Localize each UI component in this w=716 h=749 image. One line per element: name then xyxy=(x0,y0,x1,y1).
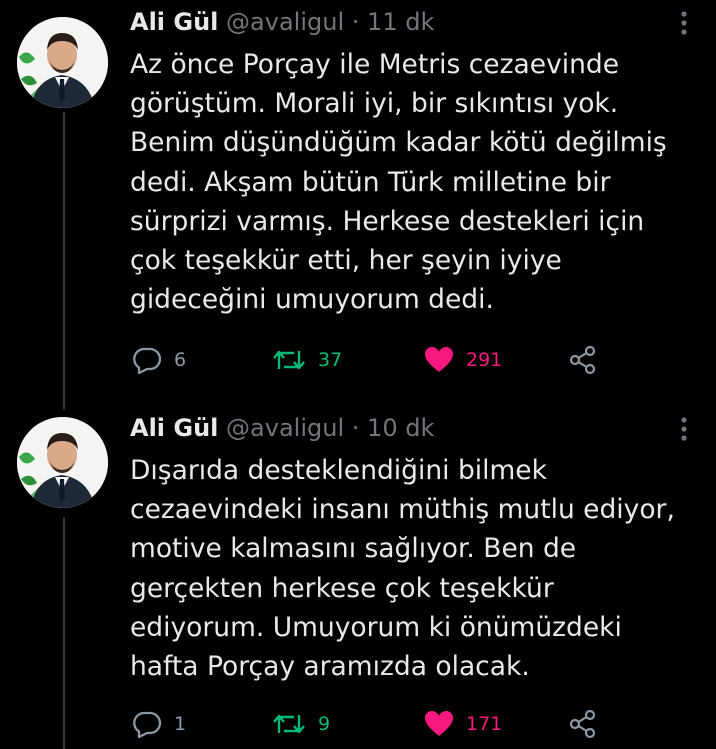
retweet-button[interactable]: 37 xyxy=(272,343,342,377)
tweet-text-line: Dışarıda desteklendiğini bilmek xyxy=(130,455,547,486)
tweet-text-line: Benim düşündüğüm kadar kötü değilmiş xyxy=(130,127,667,159)
reply-button[interactable]: 1 xyxy=(132,707,186,741)
tweet-text-line: hafta Porçay aramızda olacak. xyxy=(130,651,530,683)
header-separator: · xyxy=(351,8,360,36)
tweet-text-line: gerçekten herkese çok teşekkür xyxy=(130,572,554,604)
tweet-text-line: ediyorum. Umuyorum ki önümüzdeki xyxy=(130,611,622,643)
tweet-header: Ali Gül @avaligul · 11 dk xyxy=(130,6,434,38)
heart-filled-icon xyxy=(425,347,453,372)
more-icon[interactable] xyxy=(674,10,694,36)
reply-count: 6 xyxy=(174,349,187,371)
tweet-timestamp[interactable]: 10 dk xyxy=(367,414,434,442)
tweet-text-line: gideceğini umuyorum dedi. xyxy=(130,284,494,316)
avatar[interactable] xyxy=(17,17,108,108)
tweet[interactable]: Ali Gül @avaligul · 10 dk Dışarıda deste… xyxy=(0,412,716,749)
tweet-text-line: dedi. Akşam bütün Türk milletine bir xyxy=(130,166,611,198)
author-name[interactable]: Ali Gül xyxy=(130,8,218,36)
like-button[interactable]: 291 xyxy=(424,343,502,377)
tweet-actions: 6 37 291 xyxy=(130,343,610,377)
reply-count: 1 xyxy=(174,713,187,735)
tweet-text-line: Az önce Porçay ile Metris cezaevinde xyxy=(130,49,620,80)
tweet-text-line: görüştüm. Morali iyi, bir sıkıntısı yok. xyxy=(130,88,619,120)
heart-filled-icon xyxy=(425,711,453,736)
reply-icon xyxy=(133,347,162,374)
avatar[interactable] xyxy=(17,417,108,508)
reply-icon xyxy=(133,711,162,738)
tweet[interactable]: Ali Gül @avaligul · 11 dk Az önce Porçay… xyxy=(0,6,716,401)
retweet-count: 37 xyxy=(318,349,343,371)
retweet-icon xyxy=(273,714,305,734)
share-button[interactable] xyxy=(568,343,598,377)
tweet-text: Az önce Porçay ile Metris cezaevinde gör… xyxy=(130,45,700,319)
more-icon[interactable] xyxy=(674,416,694,442)
retweet-count: 9 xyxy=(318,713,331,735)
share-icon xyxy=(569,345,596,375)
retweet-button[interactable]: 9 xyxy=(272,707,330,741)
author-name[interactable]: Ali Gül xyxy=(130,414,218,442)
share-button[interactable] xyxy=(568,707,598,741)
tweet-header: Ali Gül @avaligul · 10 dk xyxy=(130,412,434,444)
tweet-timestamp[interactable]: 11 dk xyxy=(367,8,434,36)
like-count: 171 xyxy=(466,713,503,735)
tweet-text-line: sürprizi varmış. Herkese destekleri için xyxy=(130,205,645,237)
retweet-icon xyxy=(273,350,305,370)
like-count: 291 xyxy=(466,349,503,371)
tweet-text-line: çok teşekkür etti, her şeyin iyiye xyxy=(130,245,562,277)
share-icon xyxy=(569,709,596,739)
tweet-text-line: cezaevindeki insanı müthiş mutlu ediyor, xyxy=(130,494,675,526)
header-separator: · xyxy=(351,414,360,442)
like-button[interactable]: 171 xyxy=(424,707,502,741)
reply-button[interactable]: 6 xyxy=(132,343,186,377)
author-handle[interactable]: @avaligul xyxy=(226,8,344,36)
tweet-text: Dışarıda desteklendiğini bilmek cezaevin… xyxy=(130,451,700,686)
tweet-text-line: motive kalmasını sağlıyor. Ben de xyxy=(130,533,577,565)
tweet-actions: 1 9 171 xyxy=(130,707,610,741)
author-handle[interactable]: @avaligul xyxy=(226,414,344,442)
